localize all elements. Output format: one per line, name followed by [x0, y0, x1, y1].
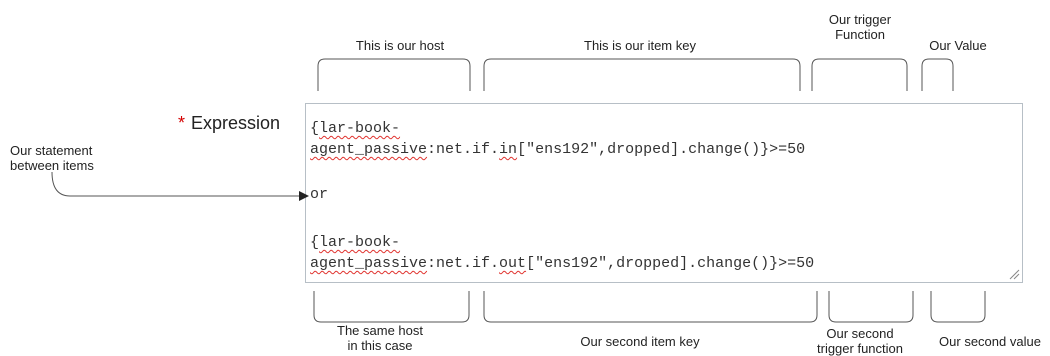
statement-pointer-line: [51, 171, 301, 197]
item-key-bracket: [483, 58, 801, 91]
value-bracket: [921, 58, 954, 91]
second-trigger-bracket: [828, 291, 914, 323]
trigger-function-bracket: [811, 58, 908, 91]
same-host-bracket: [313, 291, 470, 323]
host-bracket: [317, 58, 471, 91]
second-item-key-bracket: [483, 291, 818, 323]
second-value-bracket: [930, 291, 986, 323]
annotation-brackets: [51, 58, 986, 323]
statement-arrow-head-icon: [299, 191, 309, 201]
